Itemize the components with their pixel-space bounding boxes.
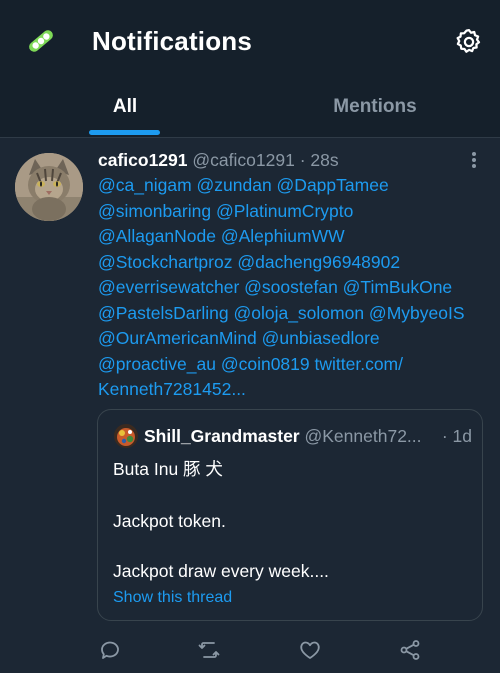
quoted-meta-separator: · (441, 426, 448, 446)
quoted-timestamp[interactable]: 1d (453, 426, 472, 446)
tweet-body: @ca_nigam @zundan @DappTamee @simonbarin… (98, 173, 490, 403)
mention-line[interactable]: @ca_nigam @zundan @DappTamee (98, 173, 490, 199)
quoted-text-line: Jackpot draw every week.... (113, 561, 329, 581)
retweet-icon[interactable] (197, 638, 221, 662)
avatar[interactable] (15, 153, 83, 221)
quoted-avatar[interactable] (114, 424, 138, 448)
header: Notifications All Mentions (0, 0, 500, 138)
author-handle[interactable]: @cafico1291 (192, 150, 294, 170)
notification-tweet[interactable]: cafico1291 @cafico1291 · 28s @ca_nigam @… (0, 138, 500, 673)
mention-line[interactable]: @everrisewatcher @soostefan @TimBukOne (98, 275, 490, 301)
link-line[interactable]: Kenneth7281452... (98, 377, 490, 403)
tab-bar: All Mentions (0, 82, 500, 137)
show-thread-link[interactable]: Show this thread (113, 587, 232, 609)
mention-line[interactable]: @AllaganNode @AlephiumWW (98, 224, 490, 250)
tweet-header: cafico1291 @cafico1291 · 28s (98, 149, 339, 171)
more-options-icon[interactable] (467, 150, 481, 172)
mention-line[interactable]: @proactive_au @coin0819 twitter.com/ (98, 352, 490, 378)
quoted-author-name[interactable]: Shill_Grandmaster (144, 426, 300, 446)
mention-line[interactable]: @OurAmericanMind @unbiasedlore (98, 326, 490, 352)
tab-all[interactable]: All (0, 82, 250, 137)
meta-separator: · (299, 150, 306, 170)
quoted-tweet-header: Shill_Grandmaster @Kenneth72... (144, 425, 474, 447)
active-tab-indicator (89, 130, 160, 135)
mention-line[interactable]: @Stockchartproz @dacheng96948902 (98, 250, 490, 276)
mention-line[interactable]: @simonbaring @PlatinumCrypto (98, 199, 490, 225)
heart-icon[interactable] (298, 638, 322, 662)
quoted-tweet-card[interactable]: Shill_Grandmaster @Kenneth72... · 1d But… (97, 409, 483, 621)
quoted-author-handle[interactable]: @Kenneth72... (305, 426, 422, 446)
tweet-timestamp[interactable]: 28s (310, 150, 338, 170)
page-title: Notifications (92, 26, 253, 56)
gear-icon[interactable] (454, 27, 484, 57)
quoted-avatar-image (114, 424, 138, 448)
app-logo-icon[interactable] (24, 24, 58, 58)
quoted-text-line: Buta Inu 豚 犬 (113, 459, 223, 479)
mention-line[interactable]: @PastelsDarling @oloja_solomon @MybyeoIS (98, 301, 490, 327)
cat-avatar-image (15, 153, 83, 221)
quoted-text-line: Jackpot token. (113, 511, 226, 531)
tab-mentions[interactable]: Mentions (250, 82, 500, 137)
share-icon[interactable] (398, 638, 422, 662)
reply-icon[interactable] (98, 638, 122, 662)
quoted-time-wrap: · 1d (442, 425, 472, 447)
notifications-screen: Notifications All Mentions cafico1291 @c… (0, 0, 500, 673)
author-name[interactable]: cafico1291 (98, 150, 188, 170)
